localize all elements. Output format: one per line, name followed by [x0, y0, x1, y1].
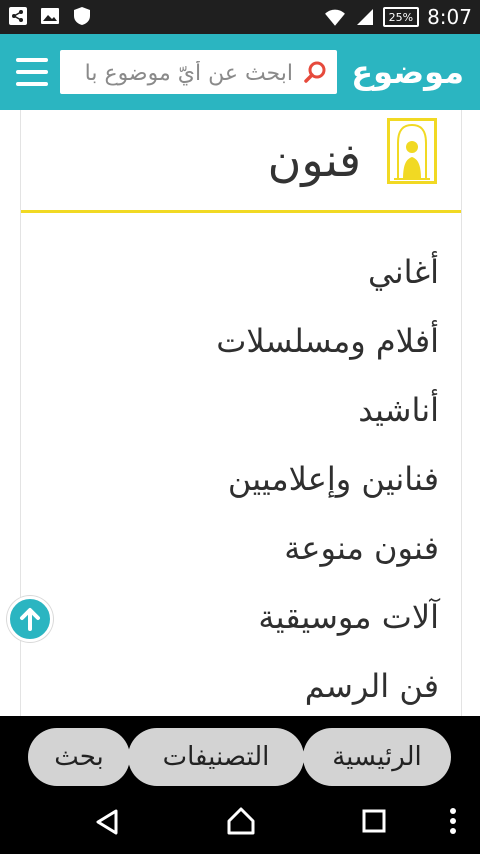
status-bar: 25% 8:07 [0, 0, 480, 34]
home-icon[interactable] [226, 806, 256, 836]
subcategory-link[interactable]: أفلام ومسلسلات [39, 307, 439, 376]
share-icon [9, 7, 27, 25]
search-box[interactable] [60, 50, 337, 96]
search-input[interactable] [66, 50, 295, 96]
arts-category-icon [387, 118, 437, 184]
subcategory-link[interactable]: فنانين وإعلاميين [39, 445, 439, 514]
wifi-icon [324, 9, 345, 26]
menu-icon-bar [16, 58, 48, 62]
bottom-navigation: الرئيسية التصنيفات بحث [0, 716, 480, 786]
category-header: فنون [21, 110, 461, 213]
category-card: فنون أغاني أفلام ومسلسلات أناشيد فنانين … [20, 110, 462, 716]
nav-home-button[interactable]: الرئيسية [303, 728, 451, 786]
subcategory-list: أغاني أفلام ومسلسلات أناشيد فنانين وإعلا… [39, 238, 439, 721]
back-icon[interactable] [94, 808, 120, 836]
shield-icon [74, 7, 90, 25]
subcategory-link[interactable]: فنون منوعة [39, 514, 439, 583]
recent-apps-icon[interactable] [362, 809, 386, 833]
menu-icon-bar [16, 70, 48, 74]
app-header: موضوع [0, 34, 480, 110]
subcategory-link[interactable]: أناشيد [39, 376, 439, 445]
category-title: فنون [267, 133, 361, 187]
scroll-to-top-button[interactable] [7, 596, 53, 642]
search-icon[interactable] [303, 60, 327, 84]
nav-categories-button[interactable]: التصنيفات [128, 728, 304, 786]
subcategory-link[interactable]: آلات موسيقية [39, 583, 439, 652]
image-icon [41, 8, 59, 24]
subcategory-link[interactable]: فن الرسم [39, 652, 439, 721]
nav-search-button[interactable]: بحث [28, 728, 130, 786]
subcategory-link[interactable]: أغاني [39, 238, 439, 307]
status-time: 8:07 [427, 5, 472, 29]
system-navigation-bar [0, 786, 480, 854]
site-logo[interactable]: موضوع [351, 48, 464, 96]
signal-icon [356, 9, 373, 25]
more-options-icon[interactable] [448, 806, 458, 836]
menu-button[interactable] [16, 58, 48, 86]
menu-icon-bar [16, 82, 48, 86]
arrow-up-icon [20, 608, 40, 631]
battery-indicator: 25% [382, 7, 420, 27]
